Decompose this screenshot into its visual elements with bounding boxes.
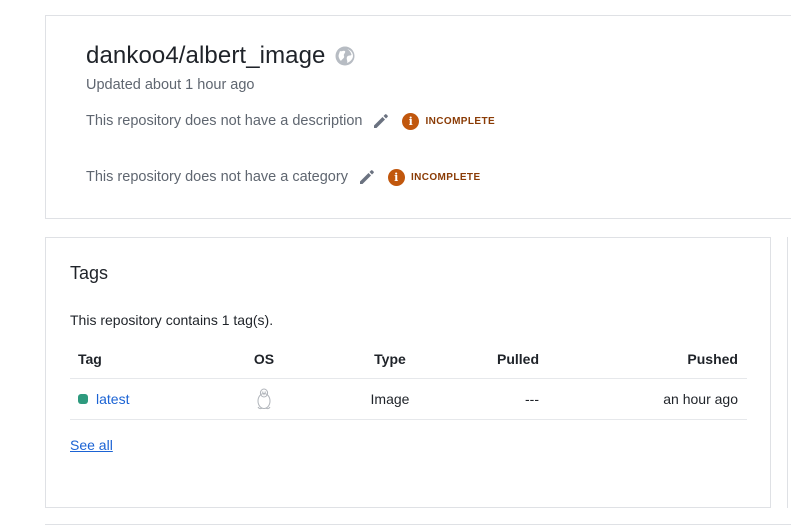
badge-label: INCOMPLETE: [425, 115, 496, 127]
repo-title: dankoo4/albert_image: [86, 42, 326, 69]
category-row: This repository does not have a category…: [86, 168, 481, 186]
table-row: latest Image --- an hour ago: [70, 379, 747, 420]
description-text: This repository does not have a descript…: [86, 113, 363, 129]
repository-header-card: dankoo4/albert_image Updated about 1 hou…: [45, 15, 791, 219]
column-header-pushed: Pushed: [687, 351, 738, 367]
column-header-tag: Tag: [78, 351, 102, 367]
incomplete-badge: i INCOMPLETE: [387, 168, 481, 186]
linux-tux-icon: [252, 379, 276, 419]
status-indicator: [78, 394, 88, 404]
info-icon: i: [402, 112, 420, 130]
column-header-os: OS: [253, 351, 275, 367]
edit-category-icon[interactable]: [358, 168, 376, 186]
updated-timestamp: Updated about 1 hour ago: [86, 77, 255, 93]
incomplete-badge: i INCOMPLETE: [402, 112, 496, 130]
see-all-link[interactable]: See all: [70, 437, 113, 453]
tags-card: Tags This repository contains 1 tag(s). …: [45, 237, 771, 508]
info-icon: i: [387, 168, 405, 186]
type-cell: Image: [370, 391, 410, 407]
side-panel-edge: [787, 237, 791, 508]
repo-title-row: dankoo4/albert_image: [86, 42, 355, 70]
category-text: This repository does not have a category: [86, 169, 348, 185]
tags-count: This repository contains 1 tag(s).: [70, 312, 274, 328]
badge-label: INCOMPLETE: [410, 171, 481, 183]
tag-cell: latest: [78, 379, 129, 419]
column-header-pulled: Pulled: [496, 351, 539, 367]
pushed-cell: an hour ago: [663, 391, 738, 407]
description-row: This repository does not have a descript…: [86, 112, 495, 130]
globe-icon: [335, 46, 355, 66]
tag-link-latest[interactable]: latest: [96, 391, 129, 407]
table-header-row: Tag OS Type Pulled Pushed: [70, 340, 747, 379]
pulled-cell: ---: [525, 391, 539, 407]
column-header-type: Type: [374, 351, 406, 367]
edit-description-icon[interactable]: [372, 112, 390, 130]
tags-heading: Tags: [70, 263, 109, 283]
tags-table: Tag OS Type Pulled Pushed latest Image -…: [70, 340, 747, 420]
